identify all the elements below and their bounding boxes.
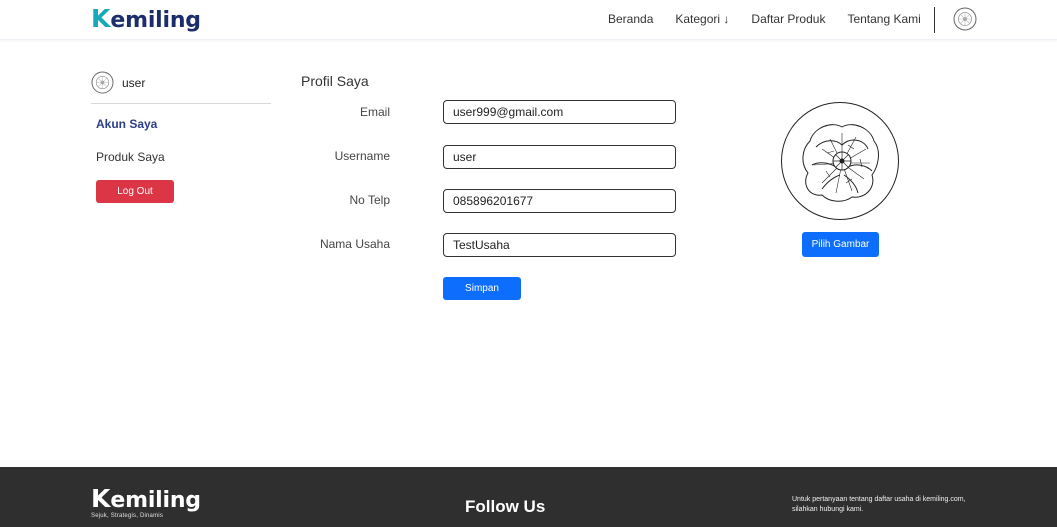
phone-label: No Telp (349, 193, 390, 207)
footer-logo: Kemiling (91, 486, 201, 512)
sidebar-item-produk-saya[interactable]: Produk Saya (96, 150, 165, 164)
profile-photo (781, 102, 899, 220)
sidebar-item-akun-saya[interactable]: Akun Saya (96, 117, 157, 131)
username-label: Username (334, 149, 390, 163)
business-name-label: Nama Usaha (319, 237, 390, 251)
main-nav: Beranda Kategori ↓ Daftar Produk Tentang… (608, 12, 943, 26)
top-navbar: Kemiling Beranda Kategori ↓ Daftar Produ… (0, 0, 1057, 40)
nav-beranda[interactable]: Beranda (608, 12, 653, 26)
sidebar-divider (91, 103, 271, 104)
poppy-flower-icon (802, 124, 879, 202)
email-field[interactable] (443, 100, 676, 124)
save-button[interactable]: Simpan (443, 277, 521, 300)
footer: Kemiling Sejuk, Strategis, Dinamis Follo… (0, 467, 1057, 527)
logo-text: emiling (110, 8, 201, 33)
footer-tagline: Sejuk, Strategis, Dinamis (91, 513, 164, 519)
brand-logo[interactable]: Kemiling (91, 6, 201, 32)
page-title: Profil Saya (301, 73, 369, 89)
sidebar-username: user (122, 76, 146, 90)
nav-daftar-produk[interactable]: Daftar Produk (751, 12, 825, 26)
choose-image-button[interactable]: Pilih Gambar (802, 232, 879, 257)
nav-tentang-kami[interactable]: Tentang Kami (847, 12, 920, 26)
user-avatar-icon[interactable] (953, 7, 977, 31)
business-name-field[interactable] (443, 233, 676, 257)
phone-field[interactable] (443, 189, 676, 213)
footer-logo-k-letter: K (91, 484, 111, 513)
follow-us-heading: Follow Us (465, 497, 546, 516)
email-label: Email (359, 105, 390, 119)
footer-logo-text: emiling (110, 488, 201, 513)
username-field[interactable] (443, 145, 676, 169)
footer-contact-info: Untuk pertanyaan tentang daftar usaha di… (792, 496, 966, 513)
nav-kategori-dropdown[interactable]: Kategori ↓ (675, 12, 729, 26)
logout-button[interactable]: Log Out (96, 180, 174, 203)
logo-k-letter: K (91, 4, 111, 33)
nav-divider (934, 7, 935, 33)
sidebar-avatar-icon (91, 71, 114, 94)
